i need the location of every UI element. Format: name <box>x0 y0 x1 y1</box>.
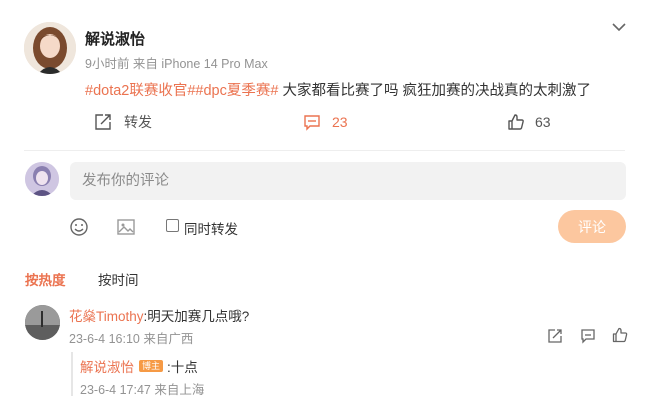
author-name[interactable]: 解说淑怡 <box>85 28 145 49</box>
author-avatar[interactable] <box>24 22 76 74</box>
author-badge: 博主 <box>139 360 164 372</box>
divider <box>24 150 625 151</box>
repost-checkbox-label[interactable]: 同时转发 <box>184 218 238 238</box>
tab-sort-time[interactable]: 按时间 <box>98 269 139 289</box>
like-icon <box>507 113 525 131</box>
comment-count: 23 <box>332 114 348 130</box>
comment-meta: 23-6-4 16:10 来自广西 <box>69 332 194 346</box>
tab-sort-hot[interactable]: 按热度 <box>25 269 66 289</box>
comment-icon <box>303 113 321 131</box>
share-icon[interactable] <box>547 328 563 344</box>
image-icon[interactable] <box>116 217 136 237</box>
comment-text: 花燊Timothy:明天加赛几点哦? <box>69 305 249 325</box>
comment-button[interactable]: 23 <box>303 111 348 133</box>
my-avatar <box>25 162 59 196</box>
repost-checkbox[interactable] <box>166 219 179 232</box>
like-icon[interactable] <box>612 327 628 343</box>
reply-body: :十点 <box>167 360 198 375</box>
repost-label: 转发 <box>124 114 152 130</box>
like-button[interactable]: 63 <box>507 111 551 133</box>
reply-text: 解说淑怡 博主 :十点 <box>80 356 198 376</box>
reply-meta: 23-6-4 17:47 来自上海 <box>80 383 205 397</box>
reply-thread-line <box>71 352 73 396</box>
post-hashtags[interactable]: #dota2联赛收官##dpc夏季赛# <box>85 83 278 99</box>
share-icon <box>94 113 112 131</box>
commenter-name[interactable]: 花燊Timothy <box>69 309 144 324</box>
submit-comment-button[interactable]: 评论 <box>558 210 626 243</box>
post-text: 大家都看比赛了吗 疯狂加赛的决战真的太刺激了 <box>278 83 591 99</box>
chevron-down-icon[interactable] <box>611 20 627 32</box>
emoji-icon[interactable] <box>69 217 89 237</box>
comment-body: :明天加赛几点哦? <box>143 309 250 324</box>
post-body: #dota2联赛收官##dpc夏季赛# 大家都看比赛了吗 疯狂加赛的决战真的太刺… <box>85 79 591 100</box>
reply-icon[interactable] <box>580 328 596 344</box>
comment-input[interactable] <box>70 162 626 200</box>
post-meta: 9小时前 来自 iPhone 14 Pro Max <box>85 57 268 71</box>
commenter-avatar[interactable] <box>25 305 60 340</box>
like-count: 63 <box>535 114 551 130</box>
repost-button[interactable]: 转发 <box>94 111 152 133</box>
reply-author-name[interactable]: 解说淑怡 <box>80 356 134 376</box>
